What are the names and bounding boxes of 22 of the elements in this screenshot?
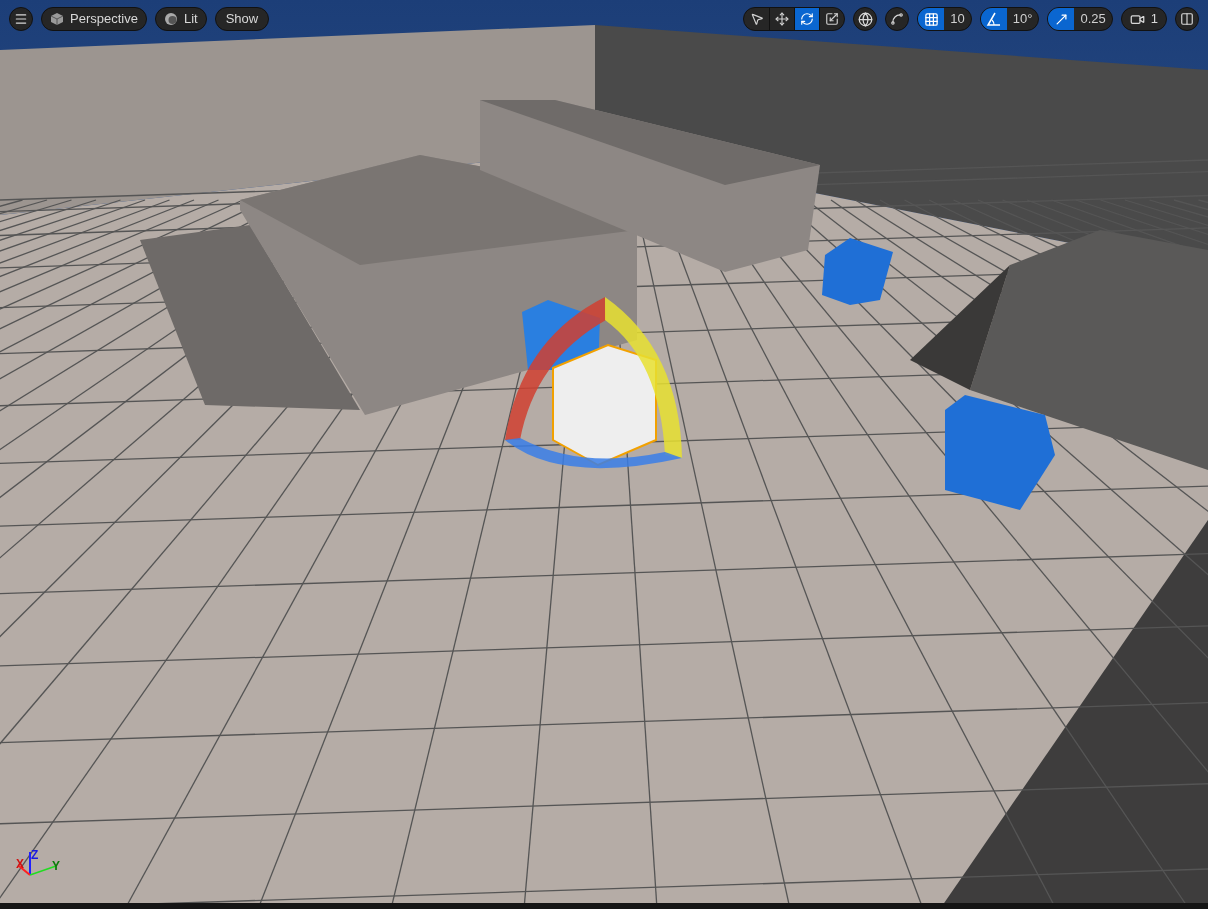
rotation-snap-toggle[interactable] (980, 8, 1007, 30)
axis-y-label: Y (52, 860, 60, 872)
axis-z-label: Z (31, 849, 39, 861)
rotate-tool-button[interactable] (794, 8, 820, 30)
globe-icon (857, 11, 873, 27)
scale-icon (825, 12, 840, 26)
axis-lines-icon (16, 850, 58, 877)
select-icon (749, 12, 764, 26)
perspective-button[interactable]: Perspective (41, 7, 147, 31)
angle-icon (986, 12, 1002, 26)
axis-x-label: X (16, 858, 24, 870)
menu-icon (14, 12, 28, 26)
grid-icon (923, 11, 939, 27)
sphere-icon (163, 12, 178, 26)
grid-snap-toggle[interactable] (918, 8, 945, 30)
translate-icon (775, 12, 790, 26)
cube-icon (50, 12, 64, 26)
scale-snap-toggle[interactable] (1048, 8, 1075, 30)
lit-button[interactable]: Lit (154, 7, 207, 31)
rotate-icon (800, 12, 815, 26)
surface-snap-icon (890, 12, 905, 26)
layout-icon (1180, 12, 1194, 26)
